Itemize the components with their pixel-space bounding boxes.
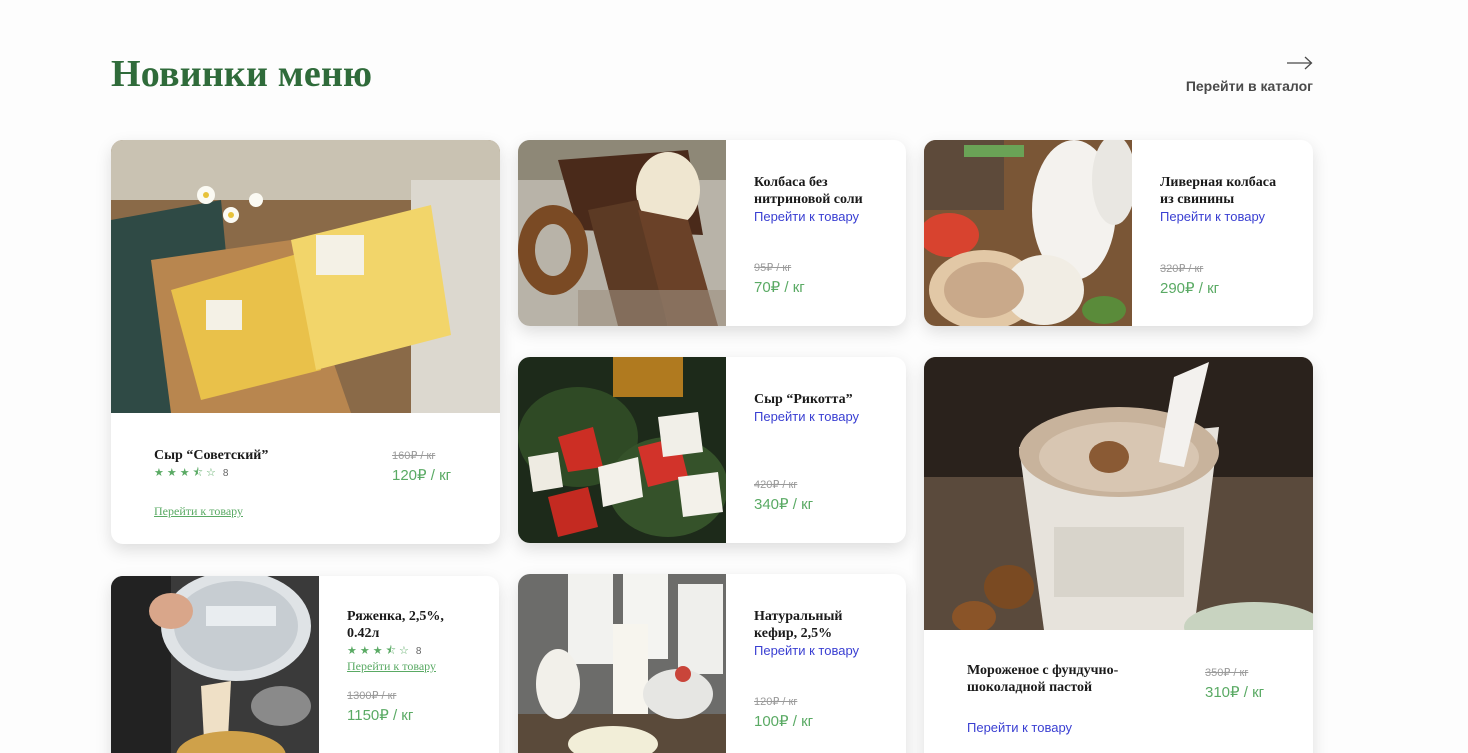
product-title: Ливерная колбаса из свинины [1160, 175, 1277, 207]
product-image [518, 574, 726, 753]
product-card-kefir[interactable]: Натуральный кефир, 2,5% Перейти к товару… [518, 574, 906, 753]
product-card-morozhenoe[interactable]: Мороженое с фундучно-шоколадной пастой 3… [924, 357, 1313, 753]
arrow-right-icon [1287, 56, 1313, 70]
product-title: Натуральный кефир, 2,5% [754, 609, 843, 641]
price-block: 420₽ / кг 340₽ / кг [754, 478, 813, 513]
new-price: 310₽ / кг [1205, 684, 1265, 701]
product-image [111, 576, 319, 753]
product-card-sovetsky[interactable]: Сыр “Советский” ★ ★ ★ ⯪ ☆ 8 160₽ / кг 12… [111, 140, 500, 544]
star-outline-icon: ☆ [206, 467, 216, 479]
product-title: Ряженка, 2,5%, 0.42л [347, 609, 444, 641]
product-title: Сыр “Рикотта” [754, 392, 853, 407]
review-count: 8 [415, 646, 422, 657]
product-image [111, 140, 500, 413]
product-title: Сыр “Советский” [154, 448, 269, 463]
rating: ★ ★ ★ ⯪ ☆ 8 [154, 467, 268, 480]
star-half-icon: ⯪ [385, 645, 397, 657]
star-icon: ★ [154, 467, 164, 479]
price-block: 350₽ / кг 310₽ / кг [1205, 666, 1264, 701]
review-count: 8 [222, 468, 229, 479]
star-icon: ★ [166, 467, 177, 479]
product-title: Мороженое с фундучно-шоколадной пастой [967, 663, 1119, 695]
product-image [924, 140, 1132, 326]
old-price: 350₽ / кг [1205, 667, 1249, 679]
page-title: Новинки меню [111, 53, 373, 95]
star-icon: ★ [359, 645, 370, 657]
product-info: Мороженое с фундучно-шоколадной пастой [967, 662, 1137, 696]
catalog-link[interactable]: Перейти в каталог [1186, 56, 1313, 94]
product-link[interactable]: Перейти к товару [154, 504, 243, 519]
star-half-icon: ⯪ [192, 467, 204, 479]
price-block: 160₽ / кг 120₽ / кг [392, 449, 451, 484]
product-image [518, 357, 726, 543]
product-image [518, 140, 726, 326]
product-card-rikotta[interactable]: Сыр “Рикотта” Перейти к товару 420₽ / кг… [518, 357, 906, 543]
old-price: 120₽ / кг [754, 696, 798, 708]
product-link[interactable]: Перейти к товару [754, 409, 859, 424]
product-info: Ливерная колбаса из свинины Перейти к то… [1132, 140, 1313, 326]
product-link[interactable]: Перейти к товару [967, 720, 1072, 735]
new-price: 70₽ / кг [754, 279, 805, 296]
old-price: 160₽ / кг [392, 450, 436, 462]
product-image [924, 357, 1313, 630]
old-price: 1300₽ / кг [347, 690, 397, 702]
rating: ★ ★ ★ ⯪ ☆ 8 [347, 645, 477, 658]
new-price: 100₽ / кг [754, 713, 814, 730]
product-info: Сыр “Рикотта” Перейти к товару 420₽ / кг… [726, 357, 906, 543]
price-block: 320₽ / кг 290₽ / кг [1160, 262, 1219, 297]
product-card-livernaya[interactable]: Ливерная колбаса из свинины Перейти к то… [924, 140, 1313, 326]
catalog-link-label: Перейти в каталог [1185, 78, 1313, 94]
product-link[interactable]: Перейти к товару [754, 209, 859, 224]
new-price: 290₽ / кг [1160, 280, 1220, 297]
price-block: 120₽ / кг 100₽ / кг [754, 695, 813, 730]
new-price: 1150₽ / кг [347, 707, 414, 724]
product-link[interactable]: Перейти к товару [754, 643, 859, 658]
old-price: 95₽ / кг [754, 262, 792, 274]
old-price: 420₽ / кг [754, 479, 798, 491]
product-card-kolbasa[interactable]: Колбаса без нитриновой соли Перейти к то… [518, 140, 906, 326]
star-icon: ★ [347, 645, 357, 657]
product-info: Ряженка, 2,5%, 0.42л ★ ★ ★ ⯪ ☆ 8 Перейти… [347, 608, 477, 724]
price-block: 1300₽ / кг 1150₽ / кг [347, 689, 477, 724]
product-info: Колбаса без нитриновой соли Перейти к то… [726, 140, 906, 326]
product-card-ryazhenka[interactable]: Ряженка, 2,5%, 0.42л ★ ★ ★ ⯪ ☆ 8 Перейти… [111, 576, 499, 753]
product-title: Колбаса без нитриновой соли [754, 175, 863, 207]
new-price: 340₽ / кг [754, 496, 814, 513]
star-icon: ★ [179, 467, 190, 479]
star-outline-icon: ☆ [399, 645, 409, 657]
product-link[interactable]: Перейти к товару [347, 659, 436, 674]
old-price: 320₽ / кг [1160, 263, 1204, 275]
new-price: 120₽ / кг [392, 467, 452, 484]
star-icon: ★ [372, 645, 383, 657]
product-link[interactable]: Перейти к товару [1160, 209, 1265, 224]
product-info: Сыр “Советский” ★ ★ ★ ⯪ ☆ 8 [154, 447, 268, 479]
product-info: Натуральный кефир, 2,5% Перейти к товару… [726, 574, 906, 753]
price-block: 95₽ / кг 70₽ / кг [754, 261, 805, 296]
